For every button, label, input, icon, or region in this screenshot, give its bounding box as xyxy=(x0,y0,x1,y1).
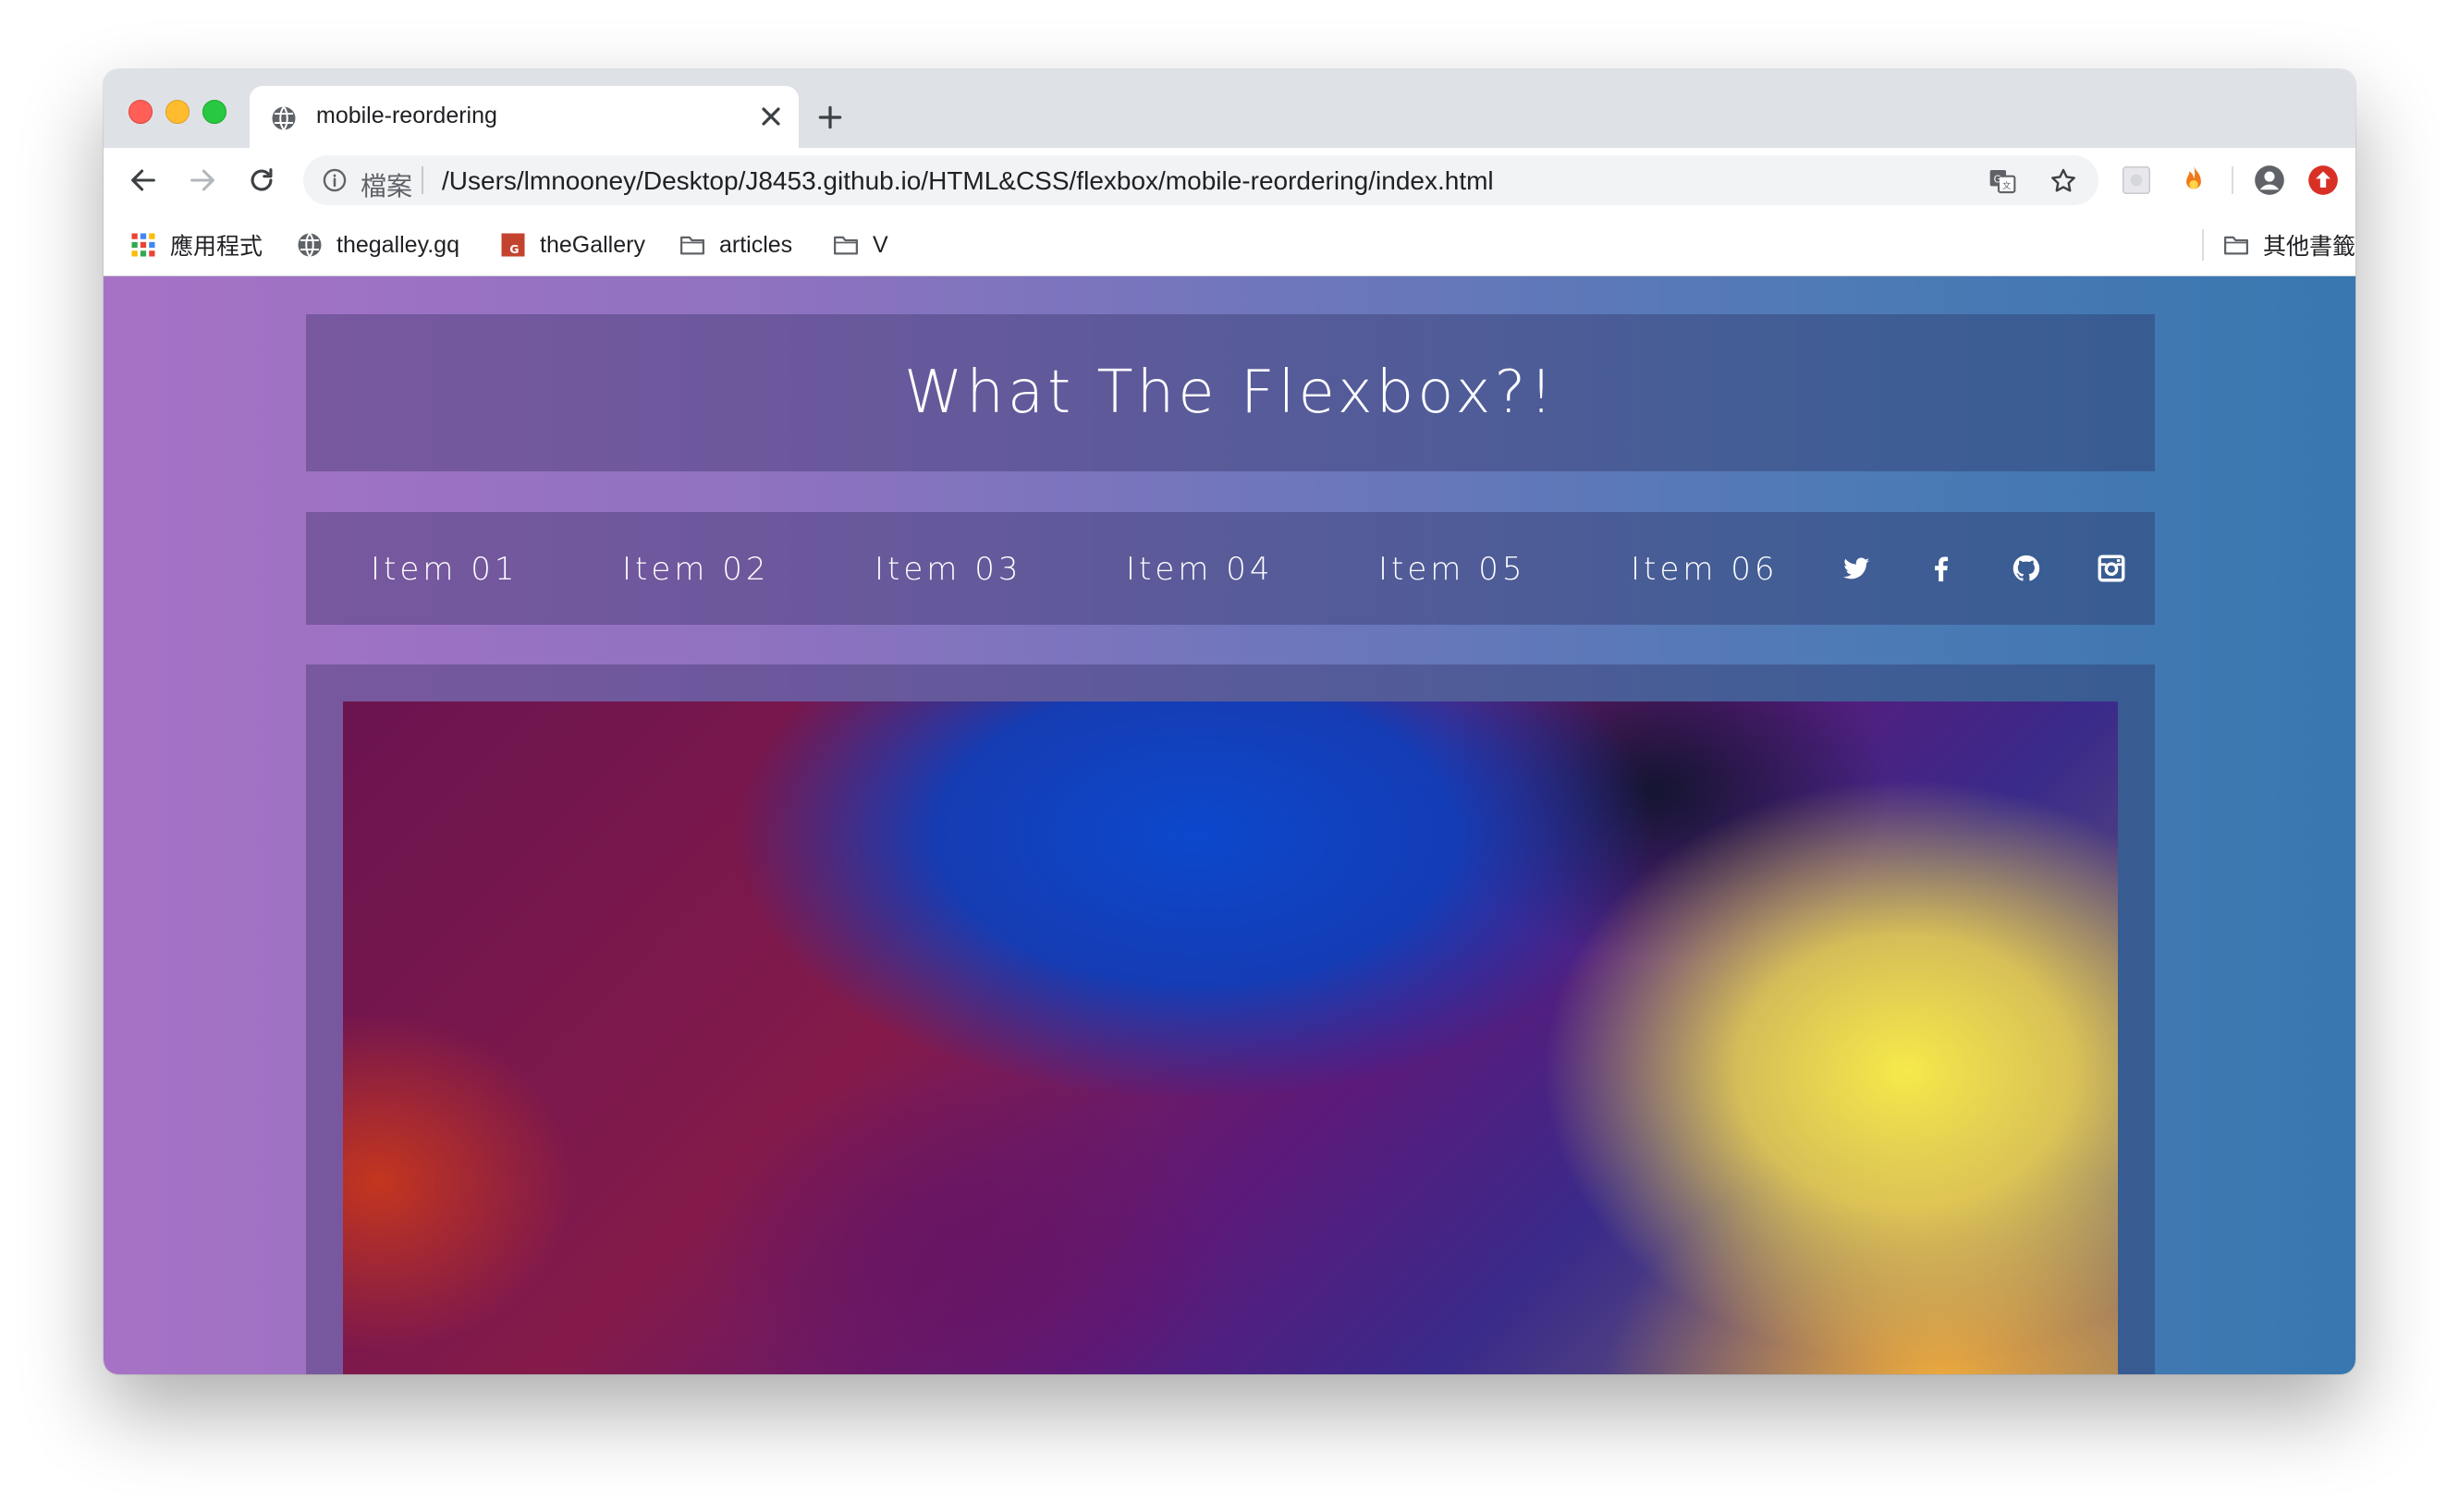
bookmark-thegalley[interactable]: thegalley.gq xyxy=(296,229,459,261)
nav-item-02[interactable]: Item 02 xyxy=(622,551,769,588)
facebook-icon[interactable] xyxy=(1926,553,1957,584)
bookmark-other[interactable]: 其他書籤 xyxy=(2222,229,2355,261)
nav-item-01[interactable]: Item 01 xyxy=(371,551,518,588)
bookmarks-divider xyxy=(2202,229,2204,261)
nav-item-04[interactable]: Item 04 xyxy=(1126,551,1273,588)
globe-icon xyxy=(296,231,324,259)
nav-item-06[interactable]: Item 06 xyxy=(1631,551,1778,588)
bookmarks-bar: 應用程式 thegalley.gq G theGallery articles … xyxy=(104,213,2355,276)
close-icon[interactable] xyxy=(756,102,786,131)
browser-window: mobile-reordering 檔案 /Users/lmnooney/Des… xyxy=(104,69,2355,1374)
bookmark-label: 其他書籤 xyxy=(2263,234,2355,260)
bookmark-label: theGallery xyxy=(540,231,645,258)
folder-icon xyxy=(832,231,860,259)
window-maximize-button[interactable] xyxy=(202,100,226,124)
page-viewport: What The Flexbox?! Item 01 Item 02 Item … xyxy=(104,276,2355,1374)
browser-toolbar: 檔案 /Users/lmnooney/Desktop/J8453.github.… xyxy=(104,148,2355,213)
bookmark-label: articles xyxy=(719,231,793,258)
bookmark-articles[interactable]: articles xyxy=(679,229,792,261)
omnibox-divider xyxy=(422,166,423,194)
translate-icon[interactable]: G文 xyxy=(1988,166,2017,196)
bookmark-label: V xyxy=(873,231,888,258)
bookmark-thegallery[interactable]: G theGallery xyxy=(499,229,645,261)
tab-title: mobile-reordering xyxy=(316,103,497,128)
url-text[interactable]: /Users/lmnooney/Desktop/J8453.github.io/… xyxy=(442,166,1494,196)
apps-grid-icon xyxy=(129,231,157,259)
tab-strip: mobile-reordering xyxy=(104,69,2355,148)
tab-active[interactable]: mobile-reordering xyxy=(250,86,799,148)
svg-text:G: G xyxy=(509,242,519,256)
window-close-button[interactable] xyxy=(128,100,153,124)
scheme-label: 檔案 xyxy=(361,172,413,201)
info-icon[interactable] xyxy=(322,167,348,193)
folder-icon xyxy=(2222,231,2250,259)
update-icon[interactable] xyxy=(2306,163,2341,198)
profile-avatar-icon[interactable] xyxy=(2252,163,2287,198)
reload-icon[interactable] xyxy=(246,165,277,196)
svg-text:G: G xyxy=(1994,173,2001,185)
content-box xyxy=(306,665,2155,1374)
toolbar-divider xyxy=(2232,166,2233,194)
bookmark-label: 應用程式 xyxy=(170,234,263,260)
forward-arrow-icon[interactable] xyxy=(187,165,218,196)
nav-item-05[interactable]: Item 05 xyxy=(1378,551,1525,588)
extension-icon[interactable] xyxy=(2119,163,2154,198)
twitter-icon[interactable] xyxy=(1841,553,1872,584)
globe-icon xyxy=(270,104,298,132)
star-icon[interactable] xyxy=(2049,166,2078,196)
bookmark-label: thegalley.gq xyxy=(336,231,459,258)
svg-text:文: 文 xyxy=(2002,180,2011,191)
nav-item-03[interactable]: Item 03 xyxy=(875,551,1022,588)
github-icon[interactable] xyxy=(2011,553,2042,584)
hero-image xyxy=(343,701,2118,1374)
site-nav: Item 01 Item 02 Item 03 Item 04 Item 05 … xyxy=(306,512,2155,625)
window-minimize-button[interactable] xyxy=(165,100,190,124)
fire-extension-icon[interactable] xyxy=(2176,163,2211,198)
new-tab-icon[interactable] xyxy=(815,103,845,132)
bookmark-v[interactable]: V xyxy=(832,229,888,261)
folder-icon xyxy=(679,231,706,259)
page-title: What The Flexbox?! xyxy=(904,359,1557,427)
bookmark-apps[interactable]: 應用程式 xyxy=(129,229,263,261)
back-arrow-icon[interactable] xyxy=(128,165,159,196)
site-header: What The Flexbox?! xyxy=(306,314,2155,471)
gallery-favicon: G xyxy=(499,231,527,259)
instagram-icon[interactable] xyxy=(2096,553,2127,584)
address-bar[interactable]: 檔案 /Users/lmnooney/Desktop/J8453.github.… xyxy=(303,155,2098,205)
